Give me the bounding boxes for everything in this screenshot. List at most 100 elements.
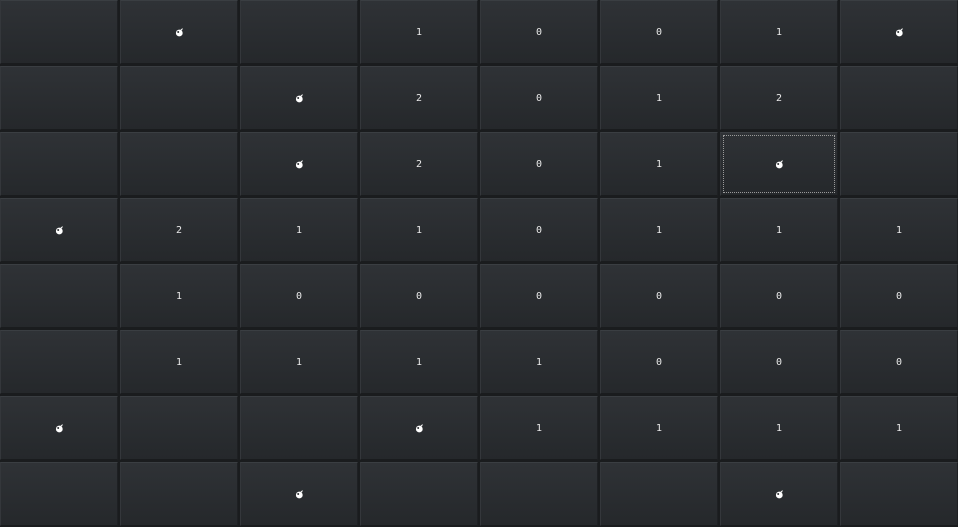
board-cell[interactable]: 0 [600,264,718,328]
cell-count: 0 [535,158,543,170]
board-cell[interactable] [240,0,358,64]
board-cell[interactable]: 1 [600,66,718,130]
cell-count: 1 [295,356,303,368]
board-cell[interactable]: 0 [840,330,958,394]
bomb-icon [175,27,184,37]
board-cell[interactable] [0,0,118,64]
bomb-icon [295,93,304,103]
board-cell[interactable]: 2 [360,66,478,130]
cell-count: 1 [655,158,663,170]
cell-count: 0 [895,356,903,368]
board-cell[interactable] [0,462,118,526]
cell-count: 0 [775,290,783,302]
cell-count: 1 [775,26,783,38]
cell-count: 0 [775,356,783,368]
board-cell[interactable] [720,462,838,526]
cell-count: 0 [535,224,543,236]
board-cell[interactable]: 1 [480,330,598,394]
board-cell[interactable]: 0 [720,264,838,328]
board-cell[interactable]: 1 [480,396,598,460]
board-cell[interactable] [0,198,118,262]
board-cell[interactable]: 0 [840,264,958,328]
cell-count: 0 [655,290,663,302]
board-cell[interactable] [120,132,238,196]
board-cell[interactable] [0,330,118,394]
cell-count: 1 [175,356,183,368]
cell-count: 0 [535,92,543,104]
cell-count: 0 [895,290,903,302]
cell-count: 1 [775,422,783,434]
cell-count: 2 [415,92,423,104]
board-cell[interactable]: 1 [360,198,478,262]
bomb-icon [55,423,64,433]
bomb-icon [895,27,904,37]
board-cell[interactable] [120,396,238,460]
cell-count: 0 [535,290,543,302]
cell-count: 2 [775,92,783,104]
board-cell[interactable] [120,0,238,64]
board-cell[interactable] [840,132,958,196]
board-cell[interactable] [480,462,598,526]
board-cell[interactable]: 1 [240,198,358,262]
board-cell[interactable]: 0 [360,264,478,328]
board-cell[interactable] [360,396,478,460]
cell-count: 1 [775,224,783,236]
bomb-icon [415,423,424,433]
board-cell[interactable]: 1 [600,132,718,196]
cell-count: 1 [415,224,423,236]
cell-count: 2 [175,224,183,236]
cell-count: 0 [535,26,543,38]
board-cell[interactable]: 1 [720,198,838,262]
board-cell[interactable]: 1 [840,198,958,262]
board-cell[interactable]: 0 [240,264,358,328]
cell-count: 0 [415,290,423,302]
board-cell[interactable]: 1 [120,330,238,394]
cell-count: 0 [655,26,663,38]
board-cell[interactable]: 1 [720,0,838,64]
board-cell[interactable] [360,462,478,526]
board-cell[interactable]: 0 [480,198,598,262]
cell-count: 1 [655,422,663,434]
board-cell[interactable] [240,462,358,526]
board-cell[interactable] [240,396,358,460]
board-cell[interactable]: 1 [600,396,718,460]
board-cell[interactable]: 1 [240,330,358,394]
board-cell[interactable]: 1 [600,198,718,262]
cell-count: 1 [415,356,423,368]
cell-count: 1 [535,356,543,368]
board-cell[interactable] [840,0,958,64]
cell-count: 1 [895,422,903,434]
board-cell[interactable] [840,66,958,130]
cell-count: 1 [295,224,303,236]
board-cell[interactable]: 1 [360,0,478,64]
board-cell[interactable]: 0 [480,66,598,130]
board-cell[interactable]: 0 [600,0,718,64]
board-cell[interactable] [840,462,958,526]
board-cell[interactable]: 1 [360,330,478,394]
cell-count: 1 [535,422,543,434]
board-cell[interactable]: 0 [480,264,598,328]
board-cell[interactable] [600,462,718,526]
cell-count: 0 [655,356,663,368]
board-cell[interactable] [0,396,118,460]
board-cell[interactable] [0,66,118,130]
board-cell[interactable]: 2 [120,198,238,262]
board-cell[interactable]: 1 [840,396,958,460]
board-cell[interactable]: 0 [480,0,598,64]
cell-count: 1 [655,92,663,104]
board-cell[interactable]: 2 [360,132,478,196]
board-cell[interactable]: 2 [720,66,838,130]
board-cell[interactable] [120,66,238,130]
board-cell[interactable] [120,462,238,526]
board-cell[interactable] [0,132,118,196]
board-cell[interactable]: 1 [720,396,838,460]
cell-count: 1 [175,290,183,302]
board-cell[interactable] [0,264,118,328]
board-cell[interactable] [720,132,838,196]
board-cell[interactable]: 0 [480,132,598,196]
board-cell[interactable]: 0 [600,330,718,394]
board-cell[interactable]: 1 [120,264,238,328]
board-cell[interactable] [240,132,358,196]
board-cell[interactable]: 0 [720,330,838,394]
board-cell[interactable] [240,66,358,130]
